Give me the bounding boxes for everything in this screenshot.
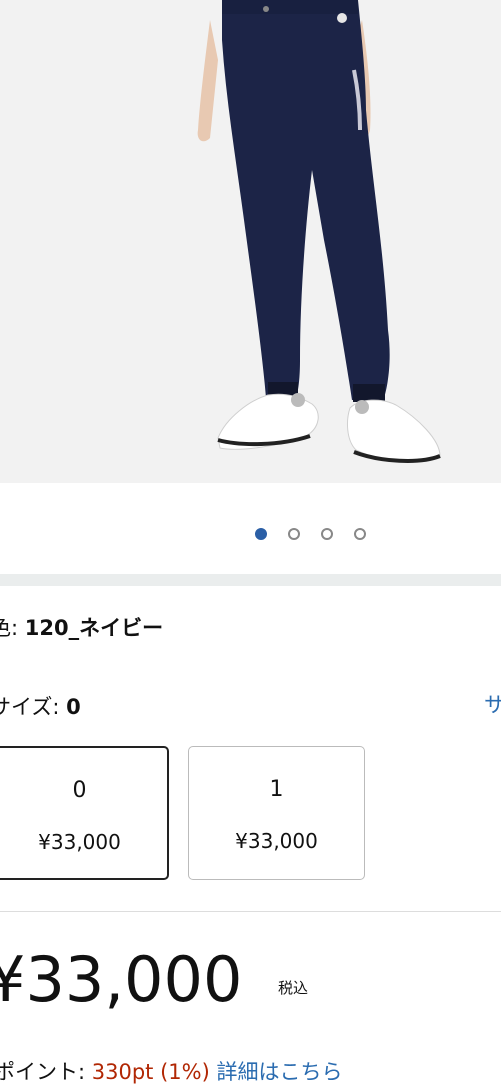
size-option-label: 1: [269, 777, 284, 802]
points-info: ポイント: 330pt (1%) 詳細はこちら: [0, 1056, 342, 1086]
color-value: 120_ネイビー: [24, 616, 164, 640]
size-label: サイズ:: [0, 695, 60, 719]
points-label: ポイント:: [0, 1060, 92, 1084]
color-selection: 色: 120_ネイビー: [0, 612, 163, 642]
tax-included-note: 税込: [278, 979, 309, 997]
section-divider: [0, 574, 501, 586]
size-guide-link[interactable]: サ: [484, 689, 501, 719]
carousel-dot-4[interactable]: [354, 528, 366, 540]
size-value: 0: [66, 695, 81, 719]
size-option-1[interactable]: 1 ¥33,000: [188, 746, 365, 880]
size-selection: サイズ: 0: [0, 691, 81, 721]
size-option-price: ¥33,000: [235, 829, 318, 853]
size-option-label: 0: [72, 778, 87, 803]
carousel-dot-2[interactable]: [288, 528, 300, 540]
section-divider: [0, 911, 501, 912]
points-amount: 330pt (1%): [91, 1060, 210, 1084]
carousel-dot-1[interactable]: [255, 528, 267, 540]
size-option-0[interactable]: 0 ¥33,000: [0, 746, 169, 880]
carousel-dot-3[interactable]: [321, 528, 333, 540]
image-carousel-dots[interactable]: [255, 528, 366, 544]
color-label: 色:: [0, 616, 19, 640]
points-details-link[interactable]: 詳細はこちら: [216, 1060, 342, 1084]
product-price: ¥33,000: [0, 943, 243, 1016]
product-image[interactable]: [0, 0, 501, 483]
size-option-price: ¥33,000: [38, 830, 121, 854]
product-photo-pants: [0, 0, 501, 483]
